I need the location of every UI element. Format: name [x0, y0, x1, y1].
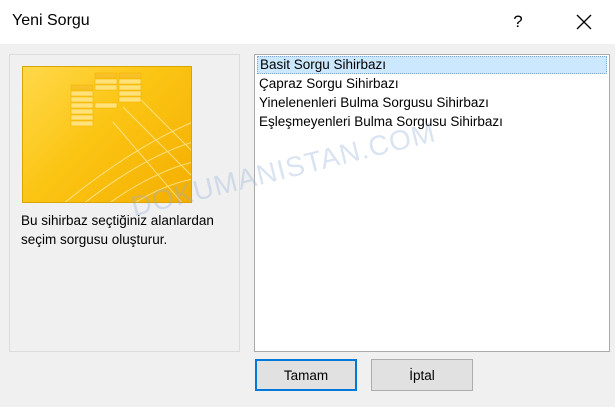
wizard-list-item-crosstab-query[interactable]: Çapraz Sorgu Sihirbazı: [257, 75, 607, 93]
table-grid-icon: [64, 72, 191, 202]
dialog-title: Yeni Sorgu: [12, 12, 90, 29]
close-button[interactable]: [564, 6, 604, 38]
title-bar: Yeni Sorgu ?: [0, 0, 615, 44]
close-icon: [576, 14, 592, 30]
ok-button[interactable]: Tamam: [255, 359, 357, 391]
wizard-list-item-find-duplicates[interactable]: Yinelenenleri Bulma Sorgusu Sihirbazı: [257, 94, 607, 112]
wizard-description: Bu sihirbaz seçtiğiniz alanlardan seçim …: [21, 213, 214, 247]
help-button[interactable]: ?: [500, 6, 536, 38]
wizard-list-item-find-unmatched[interactable]: Eşleşmeyenleri Bulma Sorgusu Sihirbazı: [257, 113, 607, 131]
wizard-preview-panel: Bu sihirbaz seçtiğiniz alanlardan seçim …: [9, 54, 240, 352]
new-query-dialog: Yeni Sorgu ? Bu sihirbaz seçtiğiniz alan…: [0, 0, 615, 407]
cancel-button[interactable]: İptal: [371, 359, 473, 391]
wizard-list-item-simple-query[interactable]: Basit Sorgu Sihirbazı: [257, 56, 607, 74]
query-wizard-illustration: [22, 66, 192, 203]
wizard-list[interactable]: Basit Sorgu Sihirbazı Çapraz Sorgu Sihir…: [254, 54, 610, 352]
